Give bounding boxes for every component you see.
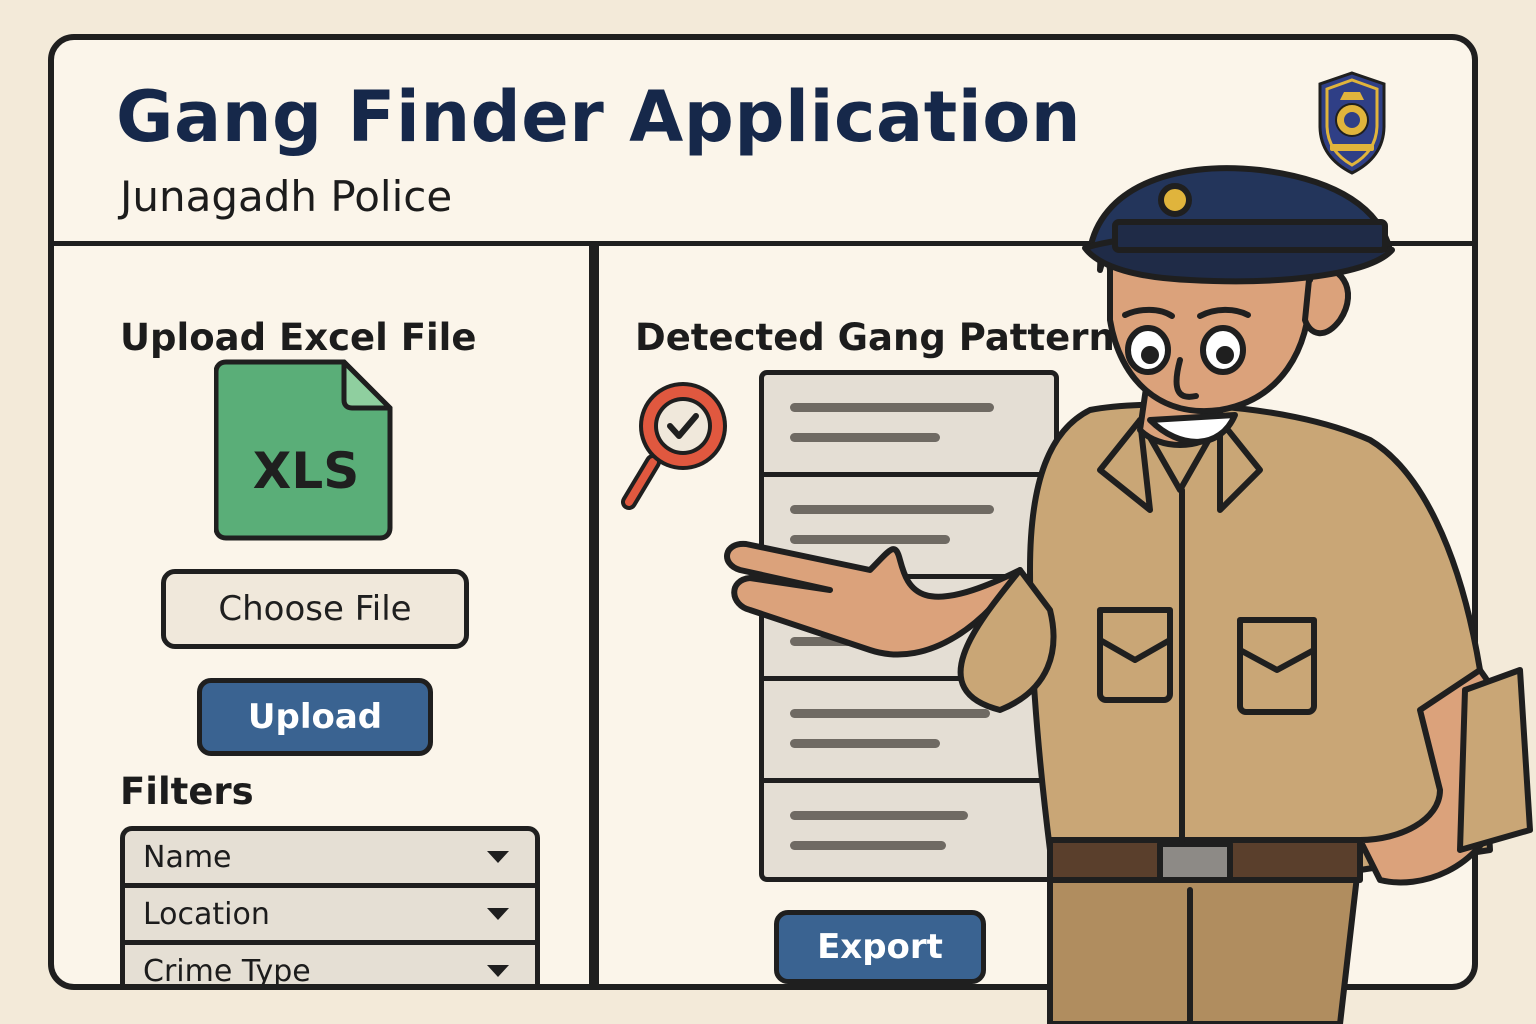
filter-location-dropdown[interactable]: Location [125,888,535,940]
filter-crime-type-dropdown[interactable]: Crime Type [125,945,535,989]
choose-file-button[interactable]: Choose File [161,569,469,649]
chevron-down-icon [487,908,509,920]
xls-file-label: XLS [253,442,359,500]
page-subtitle: Junagadh Police [120,172,453,221]
filter-name-dropdown[interactable]: Name [125,831,535,883]
upload-button[interactable]: Upload [197,678,433,756]
panel-divider [589,246,599,984]
xls-file-icon: XLS [214,359,393,541]
chevron-down-icon [487,851,509,863]
filter-label: Location [143,896,270,932]
police-officer-illustration [724,165,1533,1024]
chevron-down-icon [487,965,509,977]
filters-list: Name Location Crime Type [120,826,540,989]
filters-heading: Filters [120,770,254,813]
upload-heading: Upload Excel File [120,316,477,359]
filter-label: Crime Type [143,953,311,989]
filter-label: Name [143,839,232,875]
page-title: Gang Finder Application [116,76,1082,158]
upload-panel: Upload Excel File XLS Choose File Upload… [54,246,589,989]
